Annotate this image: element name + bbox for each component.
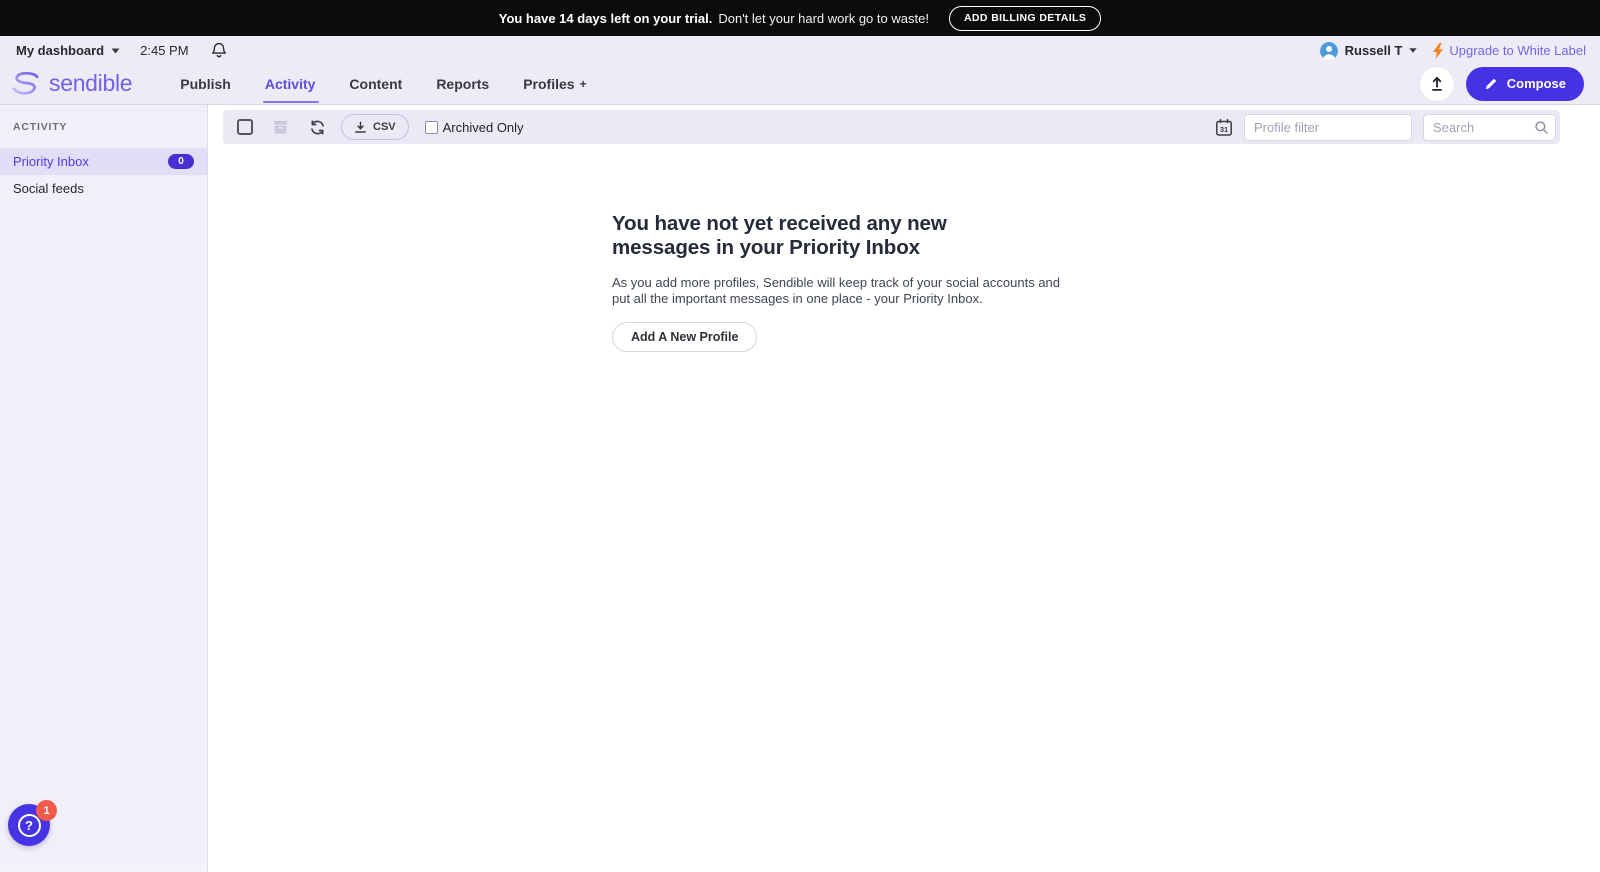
- nav-tab-publish[interactable]: Publish: [180, 63, 231, 104]
- sidebar-item-label: Priority Inbox: [13, 154, 89, 169]
- person-icon: [1320, 42, 1338, 60]
- logo-wordmark: sendible: [49, 70, 132, 97]
- search-field: [1423, 114, 1556, 141]
- refresh-icon: [308, 118, 327, 137]
- header-top-row: My dashboard 2:45 PM Russell T Upgr: [0, 36, 1600, 63]
- main-area: ACTIVITY Priority Inbox 0 Social feeds: [0, 105, 1600, 872]
- add-new-profile-button[interactable]: Add A New Profile: [612, 322, 757, 352]
- select-all-checkbox[interactable]: [237, 119, 253, 135]
- upgrade-white-label-link[interactable]: Upgrade to White Label: [1432, 43, 1586, 59]
- question-mark-icon: ?: [18, 814, 41, 837]
- bell-icon: [211, 42, 227, 59]
- profile-filter-input[interactable]: [1244, 114, 1412, 141]
- archive-box-icon: [271, 118, 290, 136]
- sidebar-item-social-feeds[interactable]: Social feeds: [0, 175, 207, 202]
- search-icon: [1534, 120, 1549, 135]
- nav-tab-activity[interactable]: Activity: [265, 63, 316, 104]
- sendible-logo-icon: [10, 71, 41, 96]
- pencil-icon: [1484, 77, 1498, 91]
- trial-banner: You have 14 days left on your trial. Don…: [0, 0, 1600, 36]
- archived-only-label: Archived Only: [443, 120, 524, 135]
- notifications-bell-button[interactable]: [211, 42, 227, 59]
- sidebar-item-label: Social feeds: [13, 181, 84, 196]
- download-icon: [354, 121, 367, 134]
- sendible-logo[interactable]: sendible: [10, 70, 132, 97]
- nav-tab-content[interactable]: Content: [349, 63, 402, 104]
- help-widget: ? 1: [8, 804, 50, 846]
- help-notification-badge: 1: [36, 800, 57, 821]
- trial-banner-regular-text: Don't let your hard work go to waste!: [718, 11, 929, 26]
- chevron-down-icon: [111, 48, 120, 54]
- clock-time: 2:45 PM: [140, 43, 188, 58]
- archived-only-checkbox[interactable]: [425, 121, 438, 134]
- add-billing-details-button[interactable]: ADD BILLING DETAILS: [949, 6, 1101, 31]
- empty-state-title: You have not yet received any new messag…: [612, 212, 964, 260]
- compose-button[interactable]: Compose: [1466, 67, 1584, 101]
- export-csv-button[interactable]: CSV: [341, 114, 409, 140]
- sidebar-bottom-strip: [0, 863, 207, 872]
- trial-banner-bold-text: You have 14 days left on your trial.: [499, 11, 713, 26]
- csv-label: CSV: [373, 121, 396, 133]
- archived-only-toggle[interactable]: Archived Only: [425, 120, 524, 135]
- sidebar-item-priority-inbox[interactable]: Priority Inbox 0: [0, 148, 207, 175]
- refresh-button[interactable]: [308, 118, 327, 137]
- dashboard-selector[interactable]: My dashboard: [16, 43, 120, 58]
- lightning-bolt-icon: [1432, 43, 1444, 59]
- svg-text:31: 31: [1220, 125, 1228, 134]
- profiles-plus-icon: +: [580, 77, 587, 91]
- priority-inbox-count-badge: 0: [168, 154, 194, 169]
- user-name[interactable]: Russell T: [1345, 43, 1403, 58]
- compose-label: Compose: [1507, 76, 1566, 91]
- empty-state-description: As you add more profiles, Sendible will …: [612, 275, 1064, 308]
- empty-state: You have not yet received any new messag…: [612, 212, 1082, 352]
- primary-nav: Publish Activity Content Reports Profile…: [180, 63, 586, 104]
- nav-tab-profiles[interactable]: Profiles +: [523, 63, 586, 104]
- date-filter-button[interactable]: 31: [1215, 118, 1233, 137]
- header: My dashboard 2:45 PM Russell T Upgr: [0, 36, 1600, 105]
- user-avatar[interactable]: [1320, 42, 1338, 60]
- dashboard-label: My dashboard: [16, 43, 104, 58]
- nav-tab-reports[interactable]: Reports: [436, 63, 489, 104]
- activity-toolbar: CSV Archived Only 31: [223, 110, 1560, 144]
- upload-icon: [1428, 75, 1446, 93]
- header-main-row: sendible Publish Activity Content Report…: [0, 63, 1600, 104]
- calendar-icon: 31: [1215, 118, 1233, 137]
- upgrade-label: Upgrade to White Label: [1449, 43, 1586, 58]
- sidebar: ACTIVITY Priority Inbox 0 Social feeds: [0, 105, 208, 872]
- bulk-import-button[interactable]: [1420, 67, 1454, 101]
- sidebar-section-label: ACTIVITY: [0, 105, 207, 133]
- content-area: CSV Archived Only 31: [208, 105, 1600, 872]
- user-menu-chevron-icon[interactable]: [1409, 48, 1417, 53]
- archive-button[interactable]: [271, 118, 290, 136]
